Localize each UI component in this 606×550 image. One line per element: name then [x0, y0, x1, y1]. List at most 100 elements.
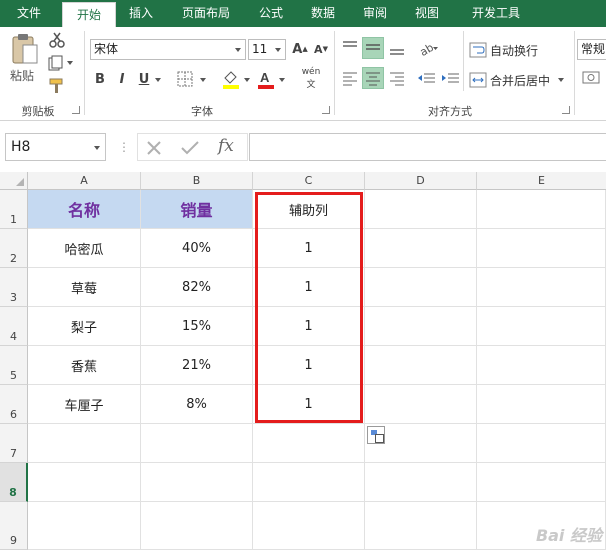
- select-all-corner[interactable]: [0, 172, 28, 190]
- cell-a9[interactable]: [28, 502, 141, 550]
- cell-e5[interactable]: [477, 346, 606, 385]
- cell-c1[interactable]: 辅助列: [253, 190, 365, 229]
- paste-options-icon[interactable]: [367, 426, 385, 444]
- copy-icon[interactable]: [48, 55, 74, 71]
- row-header-4[interactable]: 4: [0, 307, 28, 346]
- chevron-down-icon[interactable]: [200, 78, 206, 82]
- tab-review[interactable]: 审阅: [354, 0, 396, 27]
- tab-view[interactable]: 视图: [406, 0, 448, 27]
- cell-b4[interactable]: 15%: [141, 307, 253, 346]
- chevron-down-icon[interactable]: [155, 78, 161, 82]
- cell-a4[interactable]: 梨子: [28, 307, 141, 346]
- tab-home[interactable]: 开始: [62, 2, 116, 27]
- cancel-icon[interactable]: [146, 140, 162, 156]
- alignment-dialog-launcher[interactable]: [562, 106, 570, 114]
- formula-input[interactable]: [249, 133, 606, 161]
- cell-b5[interactable]: 21%: [141, 346, 253, 385]
- tab-insert[interactable]: 插入: [120, 0, 162, 27]
- row-header-8[interactable]: 8: [0, 463, 28, 502]
- cut-icon[interactable]: [48, 31, 66, 49]
- cell-d5[interactable]: [365, 346, 477, 385]
- wrap-text-button[interactable]: 自动换行: [468, 39, 566, 61]
- column-header-d[interactable]: D: [365, 172, 477, 190]
- row-header-7[interactable]: 7: [0, 424, 28, 463]
- cell-c7[interactable]: [253, 424, 365, 463]
- cell-e3[interactable]: [477, 268, 606, 307]
- cell-a3[interactable]: 草莓: [28, 268, 141, 307]
- align-right-icon[interactable]: [388, 69, 406, 87]
- cell-a2[interactable]: 哈密瓜: [28, 229, 141, 268]
- font-dialog-launcher[interactable]: [322, 106, 330, 114]
- cell-b6[interactable]: 8%: [141, 385, 253, 424]
- tab-formulas[interactable]: 公式: [250, 0, 292, 27]
- cell-d8[interactable]: [365, 463, 477, 502]
- cell-d4[interactable]: [365, 307, 477, 346]
- cell-c8[interactable]: [253, 463, 365, 502]
- insert-function-icon[interactable]: fx: [218, 136, 234, 156]
- cell-c4[interactable]: 1: [253, 307, 365, 346]
- row-header-1[interactable]: 1: [0, 190, 28, 229]
- cell-b2[interactable]: 40%: [141, 229, 253, 268]
- cell-d9[interactable]: [365, 502, 477, 550]
- cell-b8[interactable]: [141, 463, 253, 502]
- cell-e6[interactable]: [477, 385, 606, 424]
- font-color-icon[interactable]: A: [256, 69, 276, 89]
- orientation-icon[interactable]: ab: [417, 38, 439, 58]
- align-middle-button[interactable]: [362, 37, 384, 59]
- row-header-2[interactable]: 2: [0, 229, 28, 268]
- bold-button[interactable]: B: [92, 69, 108, 89]
- decrease-font-size-button[interactable]: A ▼: [312, 39, 330, 59]
- format-painter-icon[interactable]: [48, 77, 66, 95]
- row-header-3[interactable]: 3: [0, 268, 28, 307]
- align-bottom-icon[interactable]: [388, 39, 406, 57]
- cell-d6[interactable]: [365, 385, 477, 424]
- currency-format-icon[interactable]: [582, 69, 600, 87]
- row-header-5[interactable]: 5: [0, 346, 28, 385]
- align-center-button[interactable]: [362, 67, 384, 89]
- cell-b7[interactable]: [141, 424, 253, 463]
- underline-button[interactable]: U: [136, 69, 152, 89]
- row-header-6[interactable]: 6: [0, 385, 28, 424]
- increase-indent-icon[interactable]: [440, 69, 460, 87]
- enter-icon[interactable]: [180, 140, 200, 156]
- cell-a1[interactable]: 名称: [28, 190, 141, 229]
- formula-bar-grip-icon[interactable]: ⋮: [118, 140, 130, 154]
- cell-a8[interactable]: [28, 463, 141, 502]
- cell-d1[interactable]: [365, 190, 477, 229]
- chevron-down-icon[interactable]: [279, 78, 285, 82]
- cell-a5[interactable]: 香蕉: [28, 346, 141, 385]
- cell-e1[interactable]: [477, 190, 606, 229]
- merge-center-button[interactable]: 合并后居中: [468, 69, 572, 91]
- cell-c9[interactable]: [253, 502, 365, 550]
- clipboard-dialog-launcher[interactable]: [72, 106, 80, 114]
- cell-a6[interactable]: 车厘子: [28, 385, 141, 424]
- cell-e4[interactable]: [477, 307, 606, 346]
- cell-c5[interactable]: 1: [253, 346, 365, 385]
- cell-b9[interactable]: [141, 502, 253, 550]
- decrease-indent-icon[interactable]: [416, 69, 436, 87]
- number-format-combo[interactable]: 常规: [577, 39, 606, 60]
- column-header-b[interactable]: B: [141, 172, 253, 190]
- cell-b3[interactable]: 82%: [141, 268, 253, 307]
- chevron-down-icon[interactable]: [244, 78, 250, 82]
- align-top-icon[interactable]: [341, 39, 359, 57]
- cell-d2[interactable]: [365, 229, 477, 268]
- borders-icon[interactable]: [177, 71, 193, 87]
- tab-data[interactable]: 数据: [302, 0, 344, 27]
- font-name-combo[interactable]: 宋体: [90, 39, 246, 60]
- cell-c2[interactable]: 1: [253, 229, 365, 268]
- italic-button[interactable]: I: [114, 69, 130, 89]
- increase-font-size-button[interactable]: A ▲: [291, 39, 309, 59]
- tab-file[interactable]: 文件: [0, 0, 58, 27]
- column-header-c[interactable]: C: [253, 172, 365, 190]
- cell-c6[interactable]: 1: [253, 385, 365, 424]
- fill-color-icon[interactable]: [221, 69, 241, 89]
- phonetic-guide-button[interactable]: wén 文: [298, 67, 324, 90]
- name-box[interactable]: H8: [5, 133, 106, 161]
- column-header-a[interactable]: A: [28, 172, 141, 190]
- align-left-icon[interactable]: [341, 69, 359, 87]
- cell-b1[interactable]: 销量: [141, 190, 253, 229]
- cell-e7[interactable]: [477, 424, 606, 463]
- cell-c3[interactable]: 1: [253, 268, 365, 307]
- font-size-combo[interactable]: 11: [248, 39, 286, 60]
